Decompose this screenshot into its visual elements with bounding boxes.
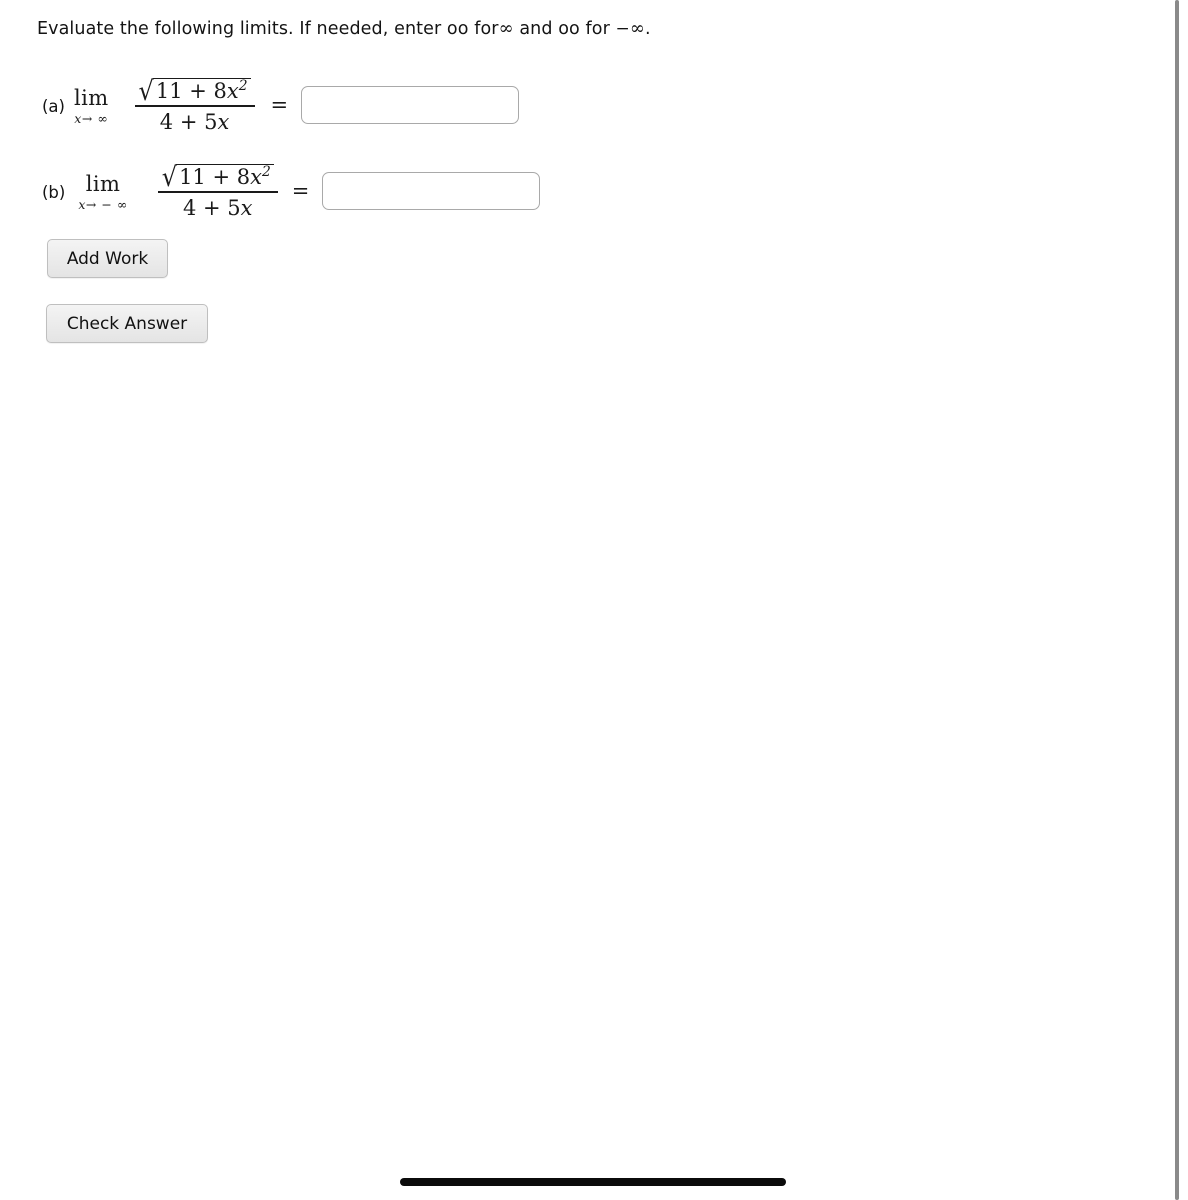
limit-subscript-a: x→ ∞	[74, 110, 109, 126]
minus-symbol: −	[615, 19, 630, 39]
limit-subscript-b: x→ − ∞	[78, 196, 128, 212]
fraction-a: √ 11 + 8x2 4 + 5x	[134, 78, 255, 133]
limit-keyword-b: lim	[85, 171, 121, 196]
limit-variable-a: x	[74, 110, 82, 126]
problem-label-a: (a)	[42, 96, 65, 116]
equals-sign-b: =	[291, 179, 310, 204]
problem-row-b: (b) lim x→ − ∞ √ 11 + 8x2 4 + 5x =	[42, 164, 541, 219]
radicand-variable-a: x	[226, 79, 239, 103]
check-answer-button[interactable]: Check Answer	[46, 304, 208, 343]
fraction-numerator-b: √ 11 + 8x2	[158, 164, 278, 191]
square-root-a: √ 11 + 8x2	[138, 75, 251, 107]
add-work-button[interactable]: Add Work	[47, 239, 168, 278]
instruction-text-period: .	[645, 19, 651, 39]
limit-variable-b: x	[78, 196, 86, 212]
radicand-variable-b: x	[250, 165, 262, 189]
radical-sign-a: √	[138, 75, 154, 107]
square-root-b: √ 11 + 8x2	[161, 161, 274, 193]
vertical-scrollbar-thumb[interactable]	[1175, 0, 1179, 1200]
limit-arrow-a: →	[81, 110, 93, 126]
denominator-variable-b: x	[240, 195, 253, 220]
fraction-b: √ 11 + 8x2 4 + 5x	[157, 164, 278, 219]
equals-sign-a: =	[270, 93, 289, 118]
limit-keyword-a: lim	[74, 85, 109, 110]
limit-operator-a: lim x→ ∞	[74, 86, 109, 126]
infinity-symbol-negative: ∞	[629, 18, 646, 39]
radicand-exponent-a: 2	[238, 78, 248, 94]
worksheet-page: Evaluate the following limits. If needed…	[0, 0, 1188, 1200]
limit-operator-b: lim x→ − ∞	[78, 172, 127, 212]
radicand-b: 11 + 8x2	[176, 164, 274, 188]
radical-sign-b: √	[161, 161, 178, 193]
answer-input-a[interactable]	[301, 86, 520, 125]
fraction-denominator-b: 4 + 5x	[179, 193, 257, 219]
instruction-text-part2: and oo for	[519, 19, 610, 39]
instruction-text: Evaluate the following limits. If needed…	[37, 18, 651, 40]
problem-row-a: (a) lim x→ ∞ √ 11 + 8x2 4 + 5x =	[42, 78, 520, 133]
horizontal-scrollbar-thumb[interactable]	[400, 1178, 786, 1186]
answer-input-b[interactable]	[322, 172, 541, 211]
limit-target-b: − ∞	[101, 196, 128, 212]
radicand-exponent-b: 2	[261, 164, 271, 180]
instruction-text-part1: Evaluate the following limits. If needed…	[37, 19, 499, 39]
fraction-denominator-a: 4 + 5x	[156, 107, 234, 133]
radicand-lead-b: 11 + 8	[179, 165, 251, 189]
denominator-lead-a: 4 + 5	[159, 109, 218, 134]
vertical-scrollbar-track[interactable]	[1175, 0, 1188, 1200]
limit-target-a: ∞	[97, 110, 109, 126]
radicand-lead-a: 11 + 8	[155, 79, 227, 103]
fraction-numerator-a: √ 11 + 8x2	[135, 78, 255, 105]
problem-label-b: (b)	[42, 182, 66, 202]
radicand-a: 11 + 8x2	[152, 78, 251, 103]
denominator-variable-a: x	[217, 109, 230, 134]
infinity-symbol-positive: ∞	[498, 18, 514, 39]
limit-arrow-b: →	[85, 196, 97, 212]
denominator-lead-b: 4 + 5	[183, 195, 241, 220]
